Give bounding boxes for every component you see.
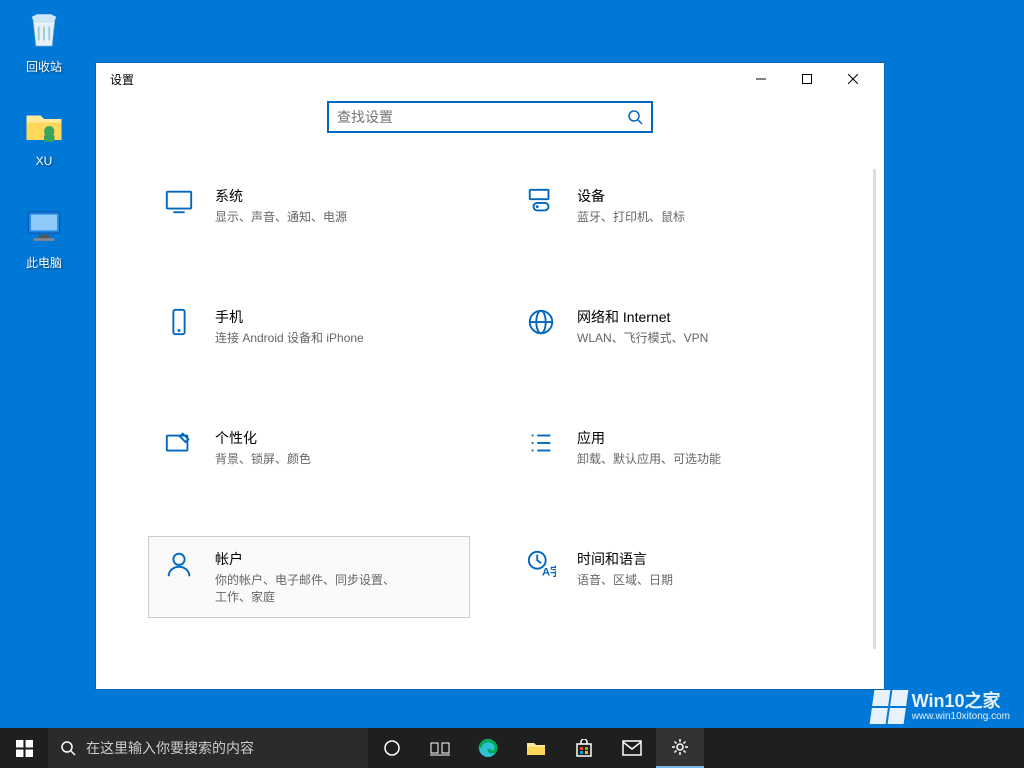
category-accounts[interactable]: 帐户你的帐户、电子邮件、同步设置、工作、家庭 <box>148 536 470 618</box>
folder-icon <box>20 102 68 150</box>
desktop-icon-this-pc[interactable]: 此电脑 <box>6 202 82 271</box>
category-title: 个性化 <box>215 428 311 448</box>
desktop-icon-recycle-bin[interactable]: 回收站 <box>6 6 82 75</box>
taskbar-settings[interactable] <box>656 728 704 768</box>
titlebar[interactable]: 设置 <box>96 63 884 95</box>
desktop-icon-label: 回收站 <box>26 58 62 75</box>
category-desc: 蓝牙、打印机、鼠标 <box>577 208 685 225</box>
taskbar-file-explorer[interactable] <box>512 728 560 768</box>
this-pc-icon <box>20 202 68 250</box>
accounts-icon <box>163 549 195 581</box>
apps-icon <box>525 428 557 460</box>
search-icon <box>627 109 643 125</box>
windows-logo-icon <box>869 690 908 724</box>
phone-icon <box>163 307 195 339</box>
system-tray <box>1008 728 1024 768</box>
close-button[interactable] <box>830 63 876 95</box>
taskbar-edge[interactable] <box>464 728 512 768</box>
category-desc: WLAN、飞行模式、VPN <box>577 329 708 346</box>
watermark-title: Win10之家 <box>912 692 1010 712</box>
devices-icon <box>525 186 557 218</box>
category-time-language[interactable]: A字 时间和语言语音、区域、日期 <box>510 536 832 618</box>
category-devices[interactable]: 设备蓝牙、打印机、鼠标 <box>510 173 832 238</box>
category-network[interactable]: 网络和 Internet WLAN、飞行模式、VPN <box>510 294 832 359</box>
window-title: 设置 <box>104 71 134 88</box>
gaming-icon <box>163 687 195 689</box>
system-icon <box>163 186 195 218</box>
category-desc: 显示、声音、通知、电源 <box>215 208 347 225</box>
recycle-bin-icon <box>20 6 68 54</box>
category-system[interactable]: 系统显示、声音、通知、电源 <box>148 173 470 238</box>
category-title: 游戏 <box>215 687 383 689</box>
time-language-icon: A字 <box>525 549 557 581</box>
taskbar-search-placeholder: 在这里输入你要搜索的内容 <box>86 738 254 758</box>
category-desc: 语音、区域、日期 <box>577 571 673 588</box>
tray-chevron[interactable] <box>1008 728 1024 768</box>
category-phone[interactable]: 手机连接 Android 设备和 iPhone <box>148 294 470 359</box>
settings-categories: 系统显示、声音、通知、电源 设备蓝牙、打印机、鼠标 手机连接 Android 设… <box>96 173 884 689</box>
category-desc: 你的帐户、电子邮件、同步设置、工作、家庭 <box>215 571 395 605</box>
category-title: 手机 <box>215 307 364 327</box>
maximize-button[interactable] <box>784 63 830 95</box>
minimize-button[interactable] <box>738 63 784 95</box>
category-personalization[interactable]: 个性化背景、锁屏、颜色 <box>148 415 470 480</box>
category-title: 时间和语言 <box>577 549 673 569</box>
category-title: 设备 <box>577 186 685 206</box>
category-title: 轻松使用 <box>577 687 721 689</box>
watermark-url: www.win10xitong.com <box>912 711 1010 722</box>
watermark: Win10之家 www.win10xitong.com <box>872 690 1010 724</box>
taskbar-mail[interactable] <box>608 728 656 768</box>
category-apps[interactable]: 应用卸载、默认应用、可选功能 <box>510 415 832 480</box>
category-desc: 背景、锁屏、颜色 <box>215 450 311 467</box>
start-button[interactable] <box>0 728 48 768</box>
category-desc: 连接 Android 设备和 iPhone <box>215 329 364 346</box>
taskbar-task-view[interactable] <box>416 728 464 768</box>
category-ease-of-access[interactable]: 轻松使用讲述人、放大镜、高对比度 <box>510 674 832 689</box>
category-title: 帐户 <box>215 549 395 569</box>
settings-search[interactable] <box>327 101 653 133</box>
ease-of-access-icon <box>525 687 557 689</box>
search-icon <box>60 740 76 756</box>
taskbar: 在这里输入你要搜索的内容 <box>0 728 1024 768</box>
network-icon <box>525 307 557 339</box>
desktop: 回收站 XU 此电脑 设置 <box>0 0 1024 768</box>
category-title: 网络和 Internet <box>577 307 708 327</box>
desktop-icon-folder-xu[interactable]: XU <box>6 102 82 168</box>
scrollbar[interactable] <box>873 169 876 649</box>
personalization-icon <box>163 428 195 460</box>
svg-text:A字: A字 <box>542 564 556 578</box>
settings-search-input[interactable] <box>337 109 627 125</box>
taskbar-cortana[interactable] <box>368 728 416 768</box>
taskbar-store[interactable] <box>560 728 608 768</box>
desktop-icon-label: 此电脑 <box>26 254 62 271</box>
settings-window: 设置 系统显示、声音、通知、电源 设备蓝牙、 <box>95 62 885 690</box>
desktop-icon-label: XU <box>36 154 53 168</box>
category-title: 应用 <box>577 428 721 448</box>
category-desc: 卸载、默认应用、可选功能 <box>577 450 721 467</box>
category-gaming[interactable]: 游戏游戏栏、截屏、直播、游戏模式 <box>148 674 470 689</box>
taskbar-search[interactable]: 在这里输入你要搜索的内容 <box>48 728 368 768</box>
category-title: 系统 <box>215 186 347 206</box>
